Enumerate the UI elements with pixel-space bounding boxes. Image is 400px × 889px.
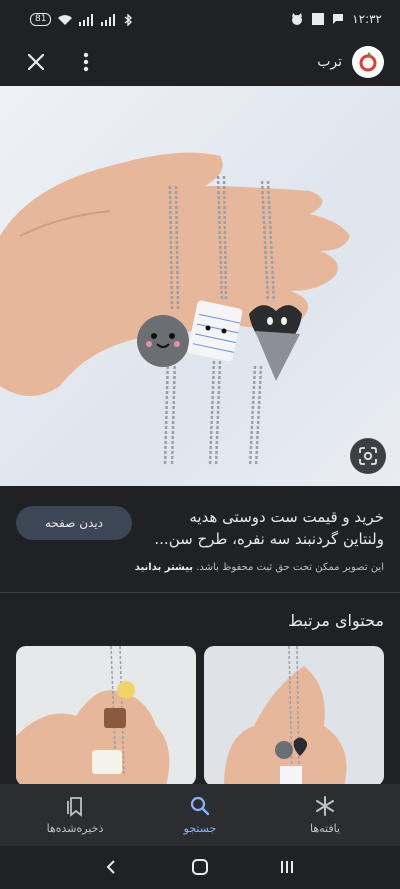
- more-button[interactable]: [74, 48, 98, 76]
- related-card[interactable]: [16, 646, 196, 786]
- product-photo: [0, 152, 350, 467]
- site-logo[interactable]: [352, 46, 384, 78]
- close-button[interactable]: [22, 48, 50, 76]
- signal-icon: [79, 13, 94, 26]
- nav-saved[interactable]: ذخیره‌شده‌ها: [20, 794, 130, 835]
- related-photo: [16, 646, 170, 786]
- system-nav: [0, 846, 400, 889]
- battery-indicator: 81: [30, 13, 52, 26]
- nav-findings-label: یافته‌ها: [309, 822, 341, 835]
- home-icon: [192, 859, 208, 875]
- lens-icon: [359, 447, 377, 465]
- bottom-nav: یافته‌ها جستجو ذخیره‌شده‌ها: [0, 784, 400, 846]
- top-bar: ترب: [0, 38, 400, 86]
- result-title[interactable]: خرید و قیمت ست دوستی هدیه ولنتاین گردنبن…: [154, 506, 384, 550]
- site-name[interactable]: ترب: [317, 54, 342, 70]
- more-vert-icon: [83, 52, 89, 72]
- nav-search[interactable]: جستجو: [145, 794, 255, 835]
- divider: [0, 592, 400, 593]
- status-right: ۱۲:۳۲: [290, 12, 382, 26]
- nav-saved-label: ذخیره‌شده‌ها: [46, 822, 104, 835]
- status-left: 81: [30, 13, 133, 26]
- back-button[interactable]: [104, 858, 118, 880]
- result-info: خرید و قیمت ست دوستی هدیه ولنتاین گردنبن…: [0, 486, 400, 592]
- square-app-icon: [312, 13, 325, 25]
- recents-icon: [281, 861, 293, 873]
- bookmarks-icon: [67, 797, 82, 817]
- message-icon: [333, 14, 344, 24]
- search-icon: [190, 796, 210, 816]
- wifi-icon: [58, 14, 73, 25]
- home-button[interactable]: [191, 858, 209, 880]
- signal-icon-2: [101, 13, 116, 26]
- copyright-notice: این تصویر ممکن تحت حق ثبت محفوظ باشد. بی…: [14, 562, 384, 573]
- related-card[interactable]: [204, 646, 384, 786]
- copyright-text: این تصویر ممکن تحت حق ثبت محفوظ باشد.: [196, 562, 384, 573]
- asterisk-icon: [316, 796, 334, 816]
- learn-more-link[interactable]: بیشتر بدانید: [135, 562, 193, 573]
- nav-findings[interactable]: یافته‌ها: [270, 794, 380, 835]
- related-title: محتوای مرتبط: [288, 611, 384, 630]
- status-bar: 81 ۱۲:۳۲: [0, 0, 400, 38]
- result-image[interactable]: [0, 86, 400, 486]
- recents-button[interactable]: [279, 858, 295, 880]
- torob-logo-icon: [359, 52, 377, 72]
- lens-button[interactable]: [350, 438, 386, 474]
- cat-app-icon: [292, 13, 303, 25]
- close-icon: [27, 53, 45, 71]
- related-photo: [224, 646, 347, 786]
- nav-search-label: جستجو: [183, 822, 217, 835]
- chevron-left-icon: [106, 860, 115, 874]
- visit-page-button[interactable]: دیدن صفحه: [16, 506, 132, 540]
- clock: ۱۲:۳۲: [352, 12, 382, 26]
- bluetooth-icon: [125, 13, 133, 26]
